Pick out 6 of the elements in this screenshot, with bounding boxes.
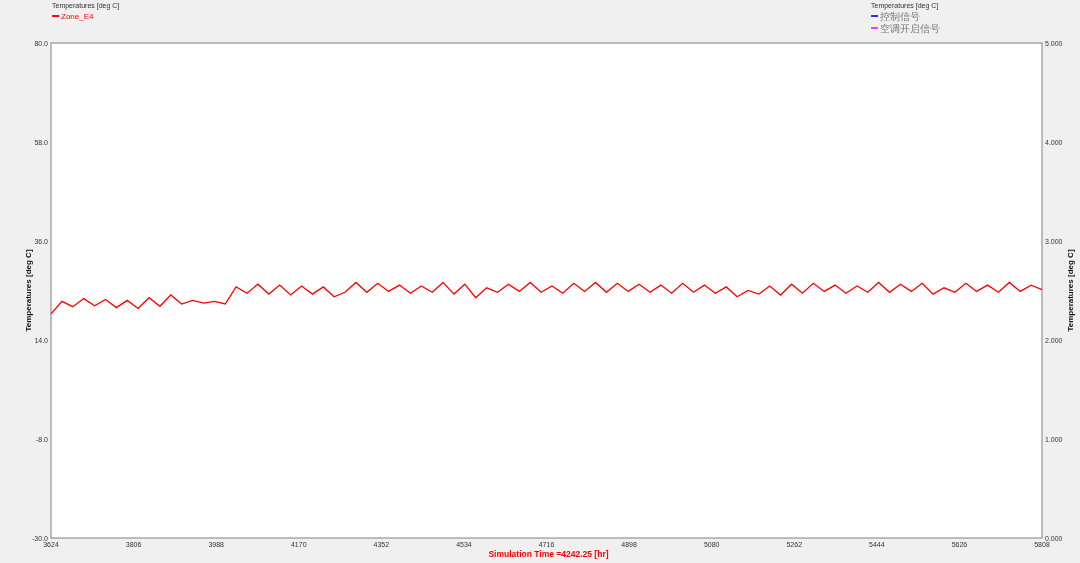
y-axis-title: Temperatures [deg C] [24, 249, 33, 332]
x-axis-title: Simulation Time =4242.25 [hr] [488, 549, 609, 559]
legend-label: Zone_E4 [61, 12, 94, 21]
legend-label: 控制信号 [880, 11, 920, 22]
y-axis-title: Temperatures [deg C] [1066, 249, 1075, 332]
legend-label: 空调开启信号 [880, 23, 940, 34]
